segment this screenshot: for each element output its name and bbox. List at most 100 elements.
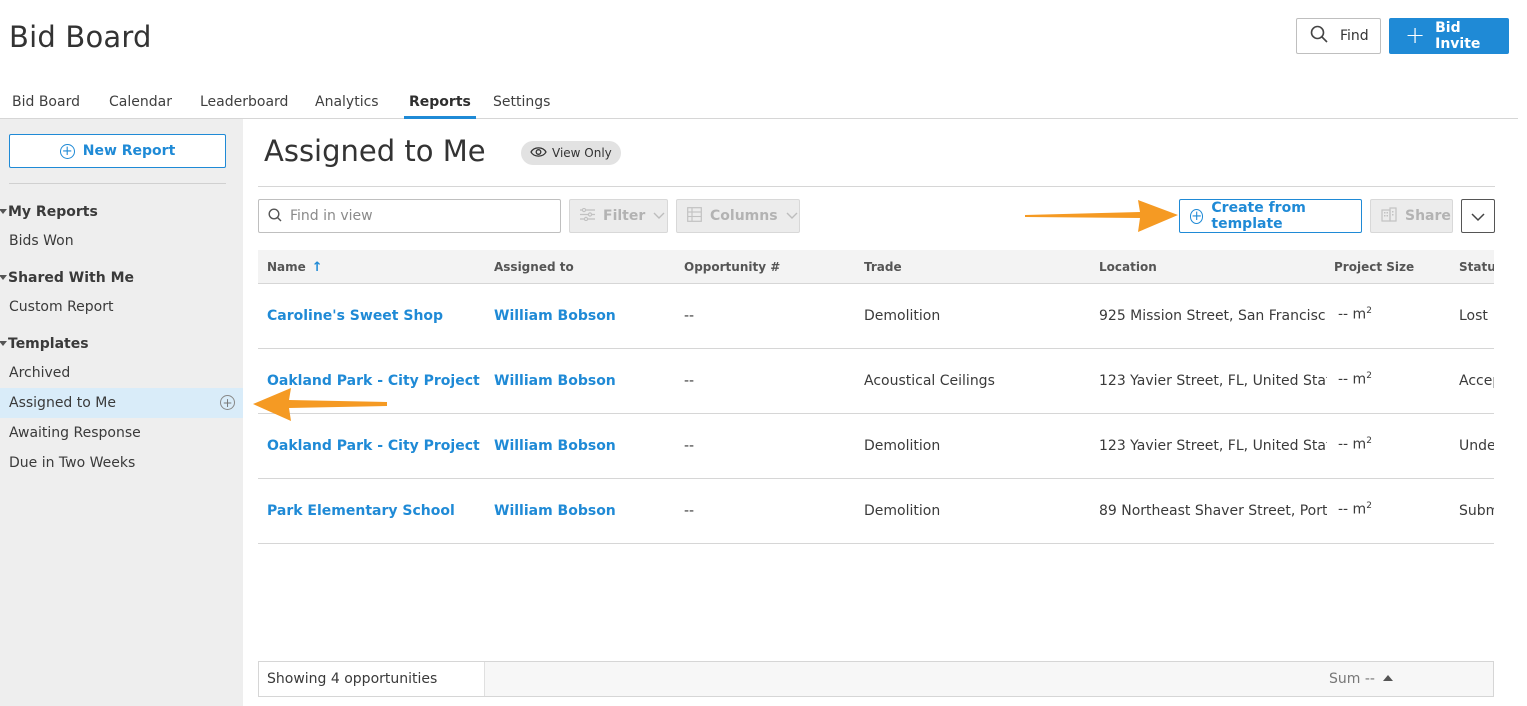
sidebar-group-my-reports[interactable]: My Reports — [0, 204, 98, 220]
assignee-link[interactable]: William Bobson — [494, 503, 616, 519]
caret-up-icon — [1382, 675, 1393, 681]
unit-exponent: 2 — [1366, 436, 1372, 446]
main-tabs: Bid Board Calendar Leaderboard Analytics… — [0, 86, 1518, 119]
tab-analytics[interactable]: Analytics — [315, 94, 379, 119]
assignee-link[interactable]: William Bobson — [494, 308, 616, 324]
tab-settings[interactable]: Settings — [493, 94, 550, 119]
sidebar-item-assigned-to-me[interactable]: Assigned to Me + — [0, 388, 243, 418]
table-footer: Showing 4 opportunities Sum -- — [258, 661, 1494, 697]
opportunity-name-link[interactable]: Oakland Park - City Project — [267, 373, 480, 389]
sidebar-group-shared-with-me[interactable]: Shared With Me — [0, 270, 134, 286]
opportunity-name-link[interactable]: Oakland Park - City Project — [267, 438, 480, 454]
table-row: Oakland Park - City Project William Bobs… — [258, 414, 1494, 479]
sidebar-item-label: Bids Won — [9, 233, 74, 249]
caret-down-icon — [0, 209, 7, 214]
tab-leaderboard[interactable]: Leaderboard — [200, 94, 288, 119]
create-from-template-button[interactable]: + Create from template — [1179, 199, 1362, 233]
more-options-button[interactable] — [1461, 199, 1495, 233]
trade-cell: Demolition — [864, 438, 941, 454]
status-cell: Unde — [1459, 438, 1494, 454]
eye-icon — [530, 146, 552, 161]
location-cell: 123 Yavier Street, FL, United Stat... — [1099, 373, 1327, 389]
sidebar-item-due-in-two-weeks[interactable]: Due in Two Weeks — [0, 448, 243, 478]
filter-button[interactable]: Filter — [569, 199, 668, 233]
content-divider — [258, 186, 1495, 187]
column-header-project-size[interactable]: Project Size — [1334, 260, 1414, 274]
column-header-location[interactable]: Location — [1099, 260, 1157, 274]
unit-exponent: 2 — [1366, 306, 1372, 316]
project-size-cell: -- m2 — [1338, 436, 1372, 453]
sidebar-item-label: Assigned to Me — [9, 395, 116, 411]
plus-icon: + — [1405, 21, 1426, 49]
columns-icon — [687, 206, 702, 226]
column-header-opportunity[interactable]: Opportunity # — [684, 260, 780, 274]
share-button[interactable]: Share — [1370, 199, 1453, 233]
assignee-link[interactable]: William Bobson — [494, 373, 616, 389]
table-row: Caroline's Sweet Shop William Bobson -- … — [258, 284, 1494, 349]
column-header-assigned-to[interactable]: Assigned to — [494, 260, 574, 274]
new-report-button[interactable]: + New Report — [9, 134, 226, 168]
find-in-view-input[interactable] — [290, 208, 540, 224]
table-header: Name ↑ Assigned to Opportunity # Trade Lo… — [258, 250, 1494, 284]
search-icon — [1310, 25, 1340, 47]
sidebar-group-templates[interactable]: Templates — [0, 336, 89, 352]
sidebar-item-bids-won[interactable]: Bids Won — [0, 226, 243, 256]
opportunities-table: Name ↑ Assigned to Opportunity # Trade Lo… — [258, 250, 1494, 544]
chevron-down-icon — [653, 208, 665, 224]
sidebar-item-label: Due in Two Weeks — [9, 455, 136, 471]
opportunity-name-link[interactable]: Park Elementary School — [267, 503, 455, 519]
project-size-value: -- m — [1338, 371, 1367, 388]
tab-bid-board[interactable]: Bid Board — [12, 94, 80, 119]
sidebar-group-label: Shared With Me — [8, 270, 134, 286]
opportunity-name-link[interactable]: Caroline's Sweet Shop — [267, 308, 443, 324]
sidebar-item-awaiting-response[interactable]: Awaiting Response — [0, 418, 243, 448]
sidebar-divider — [9, 183, 226, 184]
project-size-value: -- m — [1338, 436, 1367, 453]
opportunity-number: -- — [684, 308, 695, 324]
column-header-trade[interactable]: Trade — [864, 260, 902, 274]
project-size-value: -- m — [1338, 306, 1367, 323]
sidebar-item-label: Awaiting Response — [9, 425, 141, 441]
opportunity-number: -- — [684, 503, 695, 519]
opportunity-number: -- — [684, 373, 695, 389]
add-circle-icon: + — [59, 143, 75, 159]
project-size-cell: -- m2 — [1338, 501, 1372, 518]
find-in-view-field[interactable] — [258, 199, 561, 233]
sidebar-item-custom-report[interactable]: Custom Report — [0, 292, 243, 322]
opportunity-count: Showing 4 opportunities — [267, 671, 438, 687]
sort-ascending-icon[interactable]: ↑ — [312, 260, 323, 275]
assignee-link[interactable]: William Bobson — [494, 438, 616, 454]
trade-cell: Demolition — [864, 308, 941, 324]
share-label: Share — [1405, 208, 1451, 224]
table-row: Park Elementary School William Bobson --… — [258, 479, 1494, 544]
project-size-cell: -- m2 — [1338, 306, 1372, 323]
columns-label: Columns — [710, 208, 778, 224]
building-icon — [1381, 206, 1397, 226]
add-circle-icon[interactable]: + — [220, 395, 235, 410]
tab-calendar[interactable]: Calendar — [109, 94, 172, 119]
caret-down-icon — [0, 341, 7, 346]
bid-invite-label: Bid Invite — [1435, 20, 1481, 52]
view-only-badge: View Only — [521, 141, 621, 165]
tab-reports[interactable]: Reports — [404, 94, 476, 119]
unit-exponent: 2 — [1366, 371, 1372, 381]
location-cell: 89 Northeast Shaver Street, Port... — [1099, 503, 1327, 519]
bid-invite-button[interactable]: + Bid Invite — [1389, 18, 1509, 54]
project-size-value: -- m — [1338, 501, 1367, 518]
location-cell: 925 Mission Street, San Francisc... — [1099, 308, 1327, 324]
column-header-status[interactable]: Status — [1459, 260, 1494, 274]
column-header-name[interactable]: Name ↑ — [267, 260, 323, 275]
project-size-cell: -- m2 — [1338, 371, 1372, 388]
opportunity-number: -- — [684, 438, 695, 454]
sum-dropdown[interactable]: Sum -- — [1329, 671, 1393, 687]
find-button-label: Find — [1340, 28, 1369, 44]
sidebar: + New Report My Reports Bids Won Shared … — [0, 119, 243, 706]
chevron-down-icon — [1471, 207, 1485, 226]
columns-button[interactable]: Columns — [676, 199, 800, 233]
sum-label: Sum -- — [1329, 671, 1375, 687]
create-from-template-label: Create from template — [1211, 200, 1306, 232]
find-button[interactable]: Find — [1296, 18, 1381, 54]
location-cell: 123 Yavier Street, FL, United Stat... — [1099, 438, 1327, 454]
trade-cell: Demolition — [864, 503, 941, 519]
sidebar-item-archived[interactable]: Archived — [0, 358, 243, 388]
